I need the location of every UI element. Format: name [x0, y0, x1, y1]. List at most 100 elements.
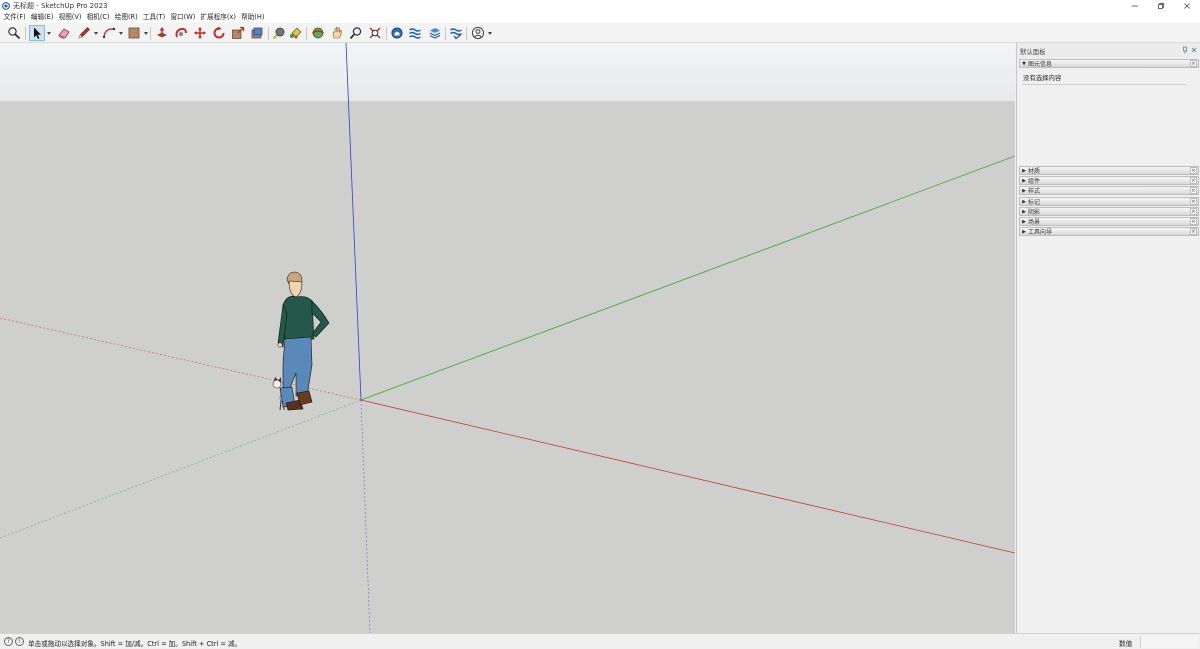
scale-figure[interactable] — [272, 271, 330, 411]
close-icon[interactable]: × — [1190, 218, 1197, 225]
blue-axis — [345, 43, 362, 401]
status-text: 单击或拖动以选择对象。Shift = 加/减。Ctrl = 加。Shift + … — [28, 640, 242, 648]
instructor-panel-header[interactable]: ▶ 工具向导 × — [1019, 227, 1199, 236]
menu-camera[interactable]: 相机(C) — [84, 12, 112, 23]
components-panel-header[interactable]: ▶ 组件 × — [1019, 176, 1199, 185]
close-icon[interactable]: × — [1190, 177, 1197, 184]
restore-icon — [1158, 2, 1165, 9]
materials-panel-header[interactable]: ▶ 材质 × — [1019, 166, 1199, 175]
offset-tool[interactable] — [249, 25, 265, 41]
menu-edit[interactable]: 编辑(E) — [28, 12, 56, 23]
arc-icon — [102, 27, 116, 39]
help-icon[interactable]: ? — [4, 637, 13, 646]
move-tool[interactable] — [192, 25, 208, 41]
menu-extensions[interactable]: 扩展程序(x) — [198, 12, 239, 23]
close-button[interactable] — [1174, 0, 1200, 12]
minimize-button[interactable] — [1122, 0, 1148, 12]
account-button[interactable] — [470, 25, 486, 41]
shadows-panel-header[interactable]: ▶ 阴影 × — [1019, 207, 1199, 216]
zoom-window-tool[interactable] — [367, 25, 383, 41]
paint-bucket-tool[interactable] — [288, 25, 304, 41]
status-bar: ? ! 单击或拖动以选择对象。Shift = 加/减。Ctrl = 加。Shif… — [0, 633, 1200, 649]
3d-warehouse-tool[interactable] — [389, 25, 405, 41]
close-icon[interactable]: × — [1190, 60, 1197, 67]
pan-tool[interactable] — [329, 25, 345, 41]
extension-manager-icon — [450, 28, 462, 40]
styles-panel-header[interactable]: ▶ 样式 × — [1019, 186, 1199, 195]
green-axis — [360, 155, 1015, 401]
model-viewport[interactable] — [0, 43, 1015, 633]
warehouse-icon — [391, 27, 403, 39]
tray-header: 默认面板 — [1017, 43, 1200, 58]
scene-canvas — [0, 43, 1015, 633]
layout-tool[interactable] — [427, 25, 443, 41]
tape-measure-tool[interactable] — [271, 25, 287, 41]
no-selection-text: 没有选择内容 — [1023, 74, 1062, 82]
extension-warehouse-icon — [409, 28, 421, 39]
offset-icon — [251, 27, 263, 39]
tags-panel-header[interactable]: ▶ 标记 × — [1019, 197, 1199, 206]
menu-view[interactable]: 视图(V) — [56, 12, 84, 23]
panel-label: 阴影 — [1028, 209, 1041, 216]
zoom-extents-icon — [8, 27, 21, 40]
chevron-down-icon[interactable] — [144, 32, 148, 35]
rectangle-tool[interactable] — [126, 25, 142, 41]
push-pull-tool[interactable] — [154, 25, 170, 41]
person-figure — [277, 271, 330, 411]
arc-tool[interactable] — [101, 25, 117, 41]
select-tool[interactable] — [29, 25, 45, 41]
toolbar-separator — [466, 27, 467, 40]
chevron-down-icon[interactable] — [488, 32, 492, 35]
extension-manager-tool[interactable] — [448, 25, 464, 41]
green-axis-negative — [0, 399, 362, 539]
close-icon[interactable]: × — [1190, 198, 1197, 205]
layout-icon — [429, 28, 441, 39]
red-axis — [360, 399, 1015, 554]
panel-label: 样式 — [1028, 188, 1041, 195]
rotate-tool[interactable] — [211, 25, 227, 41]
zoom-tool[interactable] — [348, 25, 364, 41]
minimize-icon — [1132, 5, 1138, 7]
paint-bucket-icon — [290, 27, 302, 39]
chevron-down-icon[interactable] — [47, 32, 51, 35]
default-tray: 默认面板 ▼ 图元信息 × 没有选择内容 ▶ 材质 × ▶ 组件 × ▶ 样式 … — [1016, 43, 1200, 633]
eraser-tool[interactable] — [56, 25, 72, 41]
select-icon — [34, 27, 41, 39]
menu-help[interactable]: 帮助(H) — [239, 12, 267, 23]
pin-button[interactable] — [1181, 46, 1189, 54]
info-icon[interactable]: ! — [15, 637, 24, 646]
toolbar-separator — [445, 27, 446, 40]
collapsed-triangle-icon: ▶ — [1022, 218, 1026, 225]
menu-draw[interactable]: 绘图(R) — [112, 12, 140, 23]
pin-icon — [1183, 46, 1187, 54]
tray-close-button[interactable] — [1190, 46, 1198, 54]
sketchup-logo-icon — [2, 2, 10, 10]
extension-warehouse-tool[interactable] — [407, 25, 423, 41]
orbit-tool[interactable] — [310, 25, 326, 41]
entity-info-panel-header[interactable]: ▼ 图元信息 × — [1019, 59, 1199, 68]
collapsed-triangle-icon: ▶ — [1022, 167, 1026, 174]
origin-point — [360, 399, 362, 401]
move-icon — [194, 27, 206, 39]
follow-me-tool[interactable] — [173, 25, 189, 41]
menu-tools[interactable]: 工具(T) — [140, 12, 168, 23]
toolbar-separator — [25, 27, 26, 40]
zoom-extents-tool[interactable] — [6, 25, 22, 41]
line-tool[interactable] — [76, 25, 92, 41]
chevron-down-icon[interactable] — [94, 32, 98, 35]
measurements-box[interactable] — [1140, 636, 1198, 648]
panel-label: 材质 — [1028, 168, 1041, 175]
scenes-panel-header[interactable]: ▶ 场景 × — [1019, 217, 1199, 226]
scale-tool[interactable] — [230, 25, 246, 41]
close-icon[interactable]: × — [1190, 228, 1197, 235]
collapsed-triangle-icon: ▶ — [1022, 177, 1026, 184]
close-icon[interactable]: × — [1190, 187, 1197, 194]
toolbar-separator — [386, 27, 387, 40]
menu-bar: 文件(F) 编辑(E) 视图(V) 相机(C) 绘图(R) 工具(T) 窗口(W… — [0, 12, 1200, 23]
menu-file[interactable]: 文件(F) — [1, 12, 28, 23]
chevron-down-icon[interactable] — [119, 32, 123, 35]
menu-window[interactable]: 窗口(W) — [168, 12, 198, 23]
close-icon[interactable]: × — [1190, 208, 1197, 215]
close-icon[interactable]: × — [1190, 167, 1197, 174]
restore-button[interactable] — [1148, 0, 1174, 12]
